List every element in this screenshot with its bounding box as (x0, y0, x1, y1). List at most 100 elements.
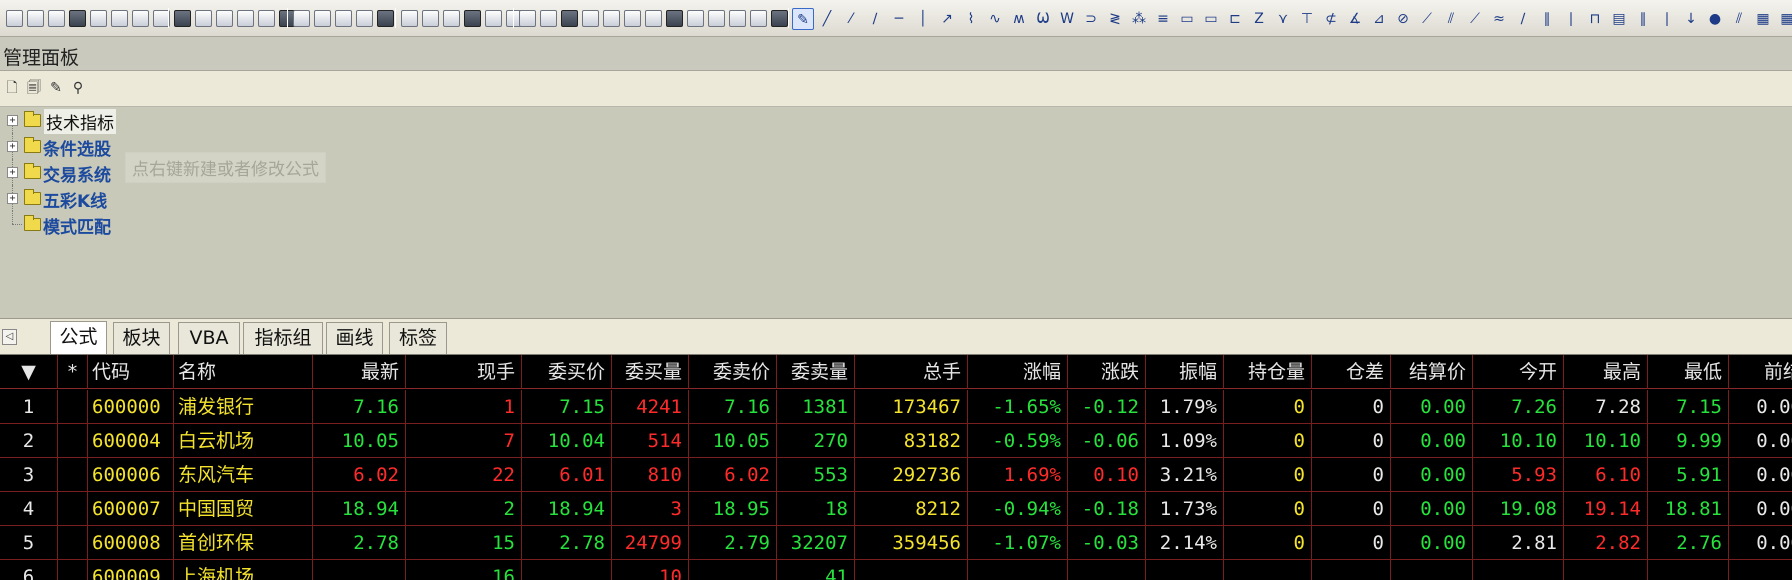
tab-sector[interactable]: 板块 (113, 322, 170, 354)
drawing-tool-icon[interactable]: ↗ (936, 8, 958, 30)
drawing-tool-icon[interactable]: ≈ (1488, 8, 1510, 30)
toolbar-button-icon[interactable] (729, 10, 746, 27)
toolbar-button-icon[interactable] (422, 10, 439, 27)
column-header[interactable]: 涨跌 (1068, 355, 1146, 389)
toolbar-button-icon[interactable] (687, 10, 704, 27)
drawing-tool-icon[interactable]: ∣ (1560, 8, 1582, 30)
drawing-tool-icon[interactable]: ⁂ (1128, 8, 1150, 30)
new-formula-icon[interactable]: 🗋 (4, 80, 20, 96)
column-header[interactable]: 持仓量 (1224, 355, 1312, 389)
toolbar-button-icon[interactable] (314, 10, 331, 27)
column-header[interactable]: 最新 (313, 355, 406, 389)
table-row[interactable]: 3 600006 东风汽车 6.02 22 6.01 810 6.02 553 292736 1.6… (0, 458, 1792, 492)
expand-icon[interactable]: + (7, 115, 18, 126)
toolbar-button-icon[interactable] (771, 10, 788, 27)
toolbar-button-icon[interactable] (377, 10, 394, 27)
drawing-tool-icon[interactable]: ╱ (816, 8, 838, 30)
toolbar-button-icon[interactable] (195, 10, 212, 27)
drawing-tool-icon[interactable]: ∥ (1632, 8, 1654, 30)
tab-indicator-group[interactable]: 指标组 (243, 322, 323, 354)
column-header[interactable]: 今开 (1473, 355, 1564, 389)
drawing-tool-icon[interactable]: ▦ (1752, 8, 1774, 30)
column-header[interactable]: 最高 (1564, 355, 1648, 389)
tab-formula[interactable]: 公式 (50, 321, 107, 354)
drawing-tool-icon[interactable]: ⁄ (840, 8, 862, 30)
drawing-tool-icon[interactable]: ⊘ (1392, 8, 1414, 30)
toolbar-button-icon[interactable] (174, 10, 191, 27)
drawing-tool-icon[interactable]: ⊓ (1584, 8, 1606, 30)
column-header[interactable]: ▼ (0, 355, 58, 389)
column-header[interactable]: 现手 (406, 355, 522, 389)
drawing-tool-icon[interactable]: ʍ (1008, 8, 1030, 30)
toolbar-button-icon[interactable] (750, 10, 767, 27)
drawing-tool-icon[interactable]: W (1056, 8, 1078, 30)
toolbar-button-icon[interactable] (443, 10, 460, 27)
drawing-tool-icon[interactable]: ▤ (1608, 8, 1630, 30)
column-header[interactable]: 仓差 (1312, 355, 1391, 389)
toolbar-button-icon[interactable] (258, 10, 275, 27)
column-header[interactable]: 代码 (88, 355, 174, 389)
expand-icon[interactable]: + (7, 167, 18, 178)
drawing-tool-icon[interactable]: ⊤ (1296, 8, 1318, 30)
toolbar-button-icon[interactable] (90, 10, 107, 27)
drawing-tool-icon[interactable]: ⊃ (1080, 8, 1102, 30)
drawing-tool-icon[interactable]: │ (912, 8, 934, 30)
toolbar-button-icon[interactable] (624, 10, 641, 27)
table-row[interactable]: 4 600007 中国国贸 18.94 2 18.94 3 18.95 18 8212 -0.94%… (0, 492, 1792, 526)
drawing-tool-icon[interactable]: ─ (888, 8, 910, 30)
drawing-tool-icon[interactable]: ▭ (1200, 8, 1222, 30)
drawing-tool-icon[interactable]: ⊄ (1320, 8, 1342, 30)
column-header[interactable]: * (58, 355, 88, 389)
column-header[interactable]: 委卖量 (777, 355, 855, 389)
drawing-tool-icon[interactable]: ∥ (1536, 8, 1558, 30)
column-header[interactable]: 总手 (855, 355, 968, 389)
column-header[interactable]: 委买价 (522, 355, 612, 389)
toolbar-button-icon[interactable] (519, 10, 536, 27)
expand-icon[interactable]: + (7, 141, 18, 152)
column-header[interactable]: 委卖价 (689, 355, 777, 389)
drawing-tool-icon[interactable]: ↓ (1680, 8, 1702, 30)
toolbar-button-icon[interactable] (237, 10, 254, 27)
drawing-tool-icon[interactable]: ⌇ (960, 8, 982, 30)
toolbar-button-icon[interactable] (27, 10, 44, 27)
expand-icon[interactable]: + (7, 193, 18, 204)
drawing-tool-icon[interactable]: ≡ (1152, 8, 1174, 30)
tab-tags[interactable]: 标签 (389, 322, 447, 354)
drawing-tool-icon[interactable]: ⫽ (1728, 8, 1750, 30)
toolbar-button-icon[interactable] (603, 10, 620, 27)
table-header-row[interactable]: ▼ * 代码 名称 最新 现手 委买价 委买量 委卖价 委卖量 总手 涨幅 涨跌 振幅 持仓量 仓差 结算价 今开… (0, 355, 1792, 389)
tab-vba[interactable]: VBA (178, 322, 240, 354)
column-header[interactable]: 前结 (1729, 355, 1792, 389)
drawing-tool-icon[interactable]: ⋎ (1272, 8, 1294, 30)
drawing-tool-icon[interactable]: ∕ (1512, 8, 1534, 30)
toolbar-button-icon[interactable] (401, 10, 418, 27)
table-row[interactable]: 6 600009 上海机场 16 10 41 (0, 560, 1792, 580)
tab-scroll-left-icon[interactable]: ◁ (2, 329, 17, 345)
drawing-tool-icon[interactable]: ▭ (1176, 8, 1198, 30)
drawing-tool-icon[interactable]: ∣ (1656, 8, 1678, 30)
search-icon[interactable]: ⚲ (70, 80, 86, 96)
table-row[interactable]: 2 600004 白云机场 10.05 7 10.04 514 10.05 270 83182 -0… (0, 424, 1792, 458)
drawing-tool-icon[interactable]: Ѡ (1032, 8, 1054, 30)
drawing-tool-icon[interactable]: ✎ (792, 8, 814, 30)
import-icon[interactable]: 🗐 (26, 80, 42, 96)
toolbar-button-icon[interactable] (540, 10, 557, 27)
toolbar-button-icon[interactable] (708, 10, 725, 27)
toolbar-button-icon[interactable] (335, 10, 352, 27)
column-header[interactable]: 振幅 (1146, 355, 1224, 389)
drawing-tool-icon[interactable]: ⊿ (1368, 8, 1390, 30)
toolbar-button-icon[interactable] (111, 10, 128, 27)
toolbar-button-icon[interactable] (582, 10, 599, 27)
toolbar-button-icon[interactable] (132, 10, 149, 27)
toolbar-button-icon[interactable] (48, 10, 65, 27)
drawing-tool-icon[interactable]: ∡ (1344, 8, 1366, 30)
toolbar-button-icon[interactable] (561, 10, 578, 27)
column-header[interactable]: 涨幅 (968, 355, 1068, 389)
toolbar-button-icon[interactable] (356, 10, 373, 27)
drawing-tool-icon[interactable]: ≷ (1104, 8, 1126, 30)
drawing-tool-icon[interactable]: ⟋ (1416, 8, 1438, 30)
column-header[interactable]: 最低 (1648, 355, 1729, 389)
column-header[interactable]: 委买量 (612, 355, 689, 389)
toolbar-button-icon[interactable] (69, 10, 86, 27)
drawing-tool-icon[interactable]: ∕ (864, 8, 886, 30)
